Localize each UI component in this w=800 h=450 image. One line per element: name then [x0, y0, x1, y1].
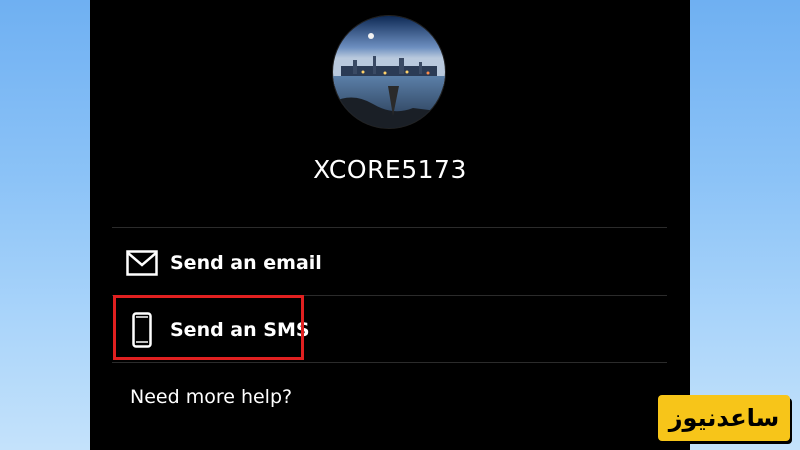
- envelope-icon: [122, 250, 162, 276]
- send-sms-label: Send an SMS: [170, 319, 310, 341]
- send-email-label: Send an email: [170, 252, 322, 274]
- send-sms-option[interactable]: Send an SMS: [112, 297, 667, 363]
- avatar: [333, 16, 445, 128]
- username: XCORE5173: [313, 155, 467, 184]
- account-recovery-panel: XCORE5173 Send an email Send an SMS Need…: [90, 0, 690, 450]
- divider: [112, 227, 667, 228]
- divider: [112, 295, 667, 296]
- divider: [112, 362, 667, 363]
- watermark-logo: ساعدنیوز: [658, 395, 790, 441]
- need-more-help-link[interactable]: Need more help?: [130, 386, 292, 408]
- avatar-image: [333, 16, 445, 128]
- send-email-option[interactable]: Send an email: [112, 230, 667, 296]
- phone-icon: [122, 312, 162, 348]
- watermark-text: ساعدنیوز: [668, 404, 780, 432]
